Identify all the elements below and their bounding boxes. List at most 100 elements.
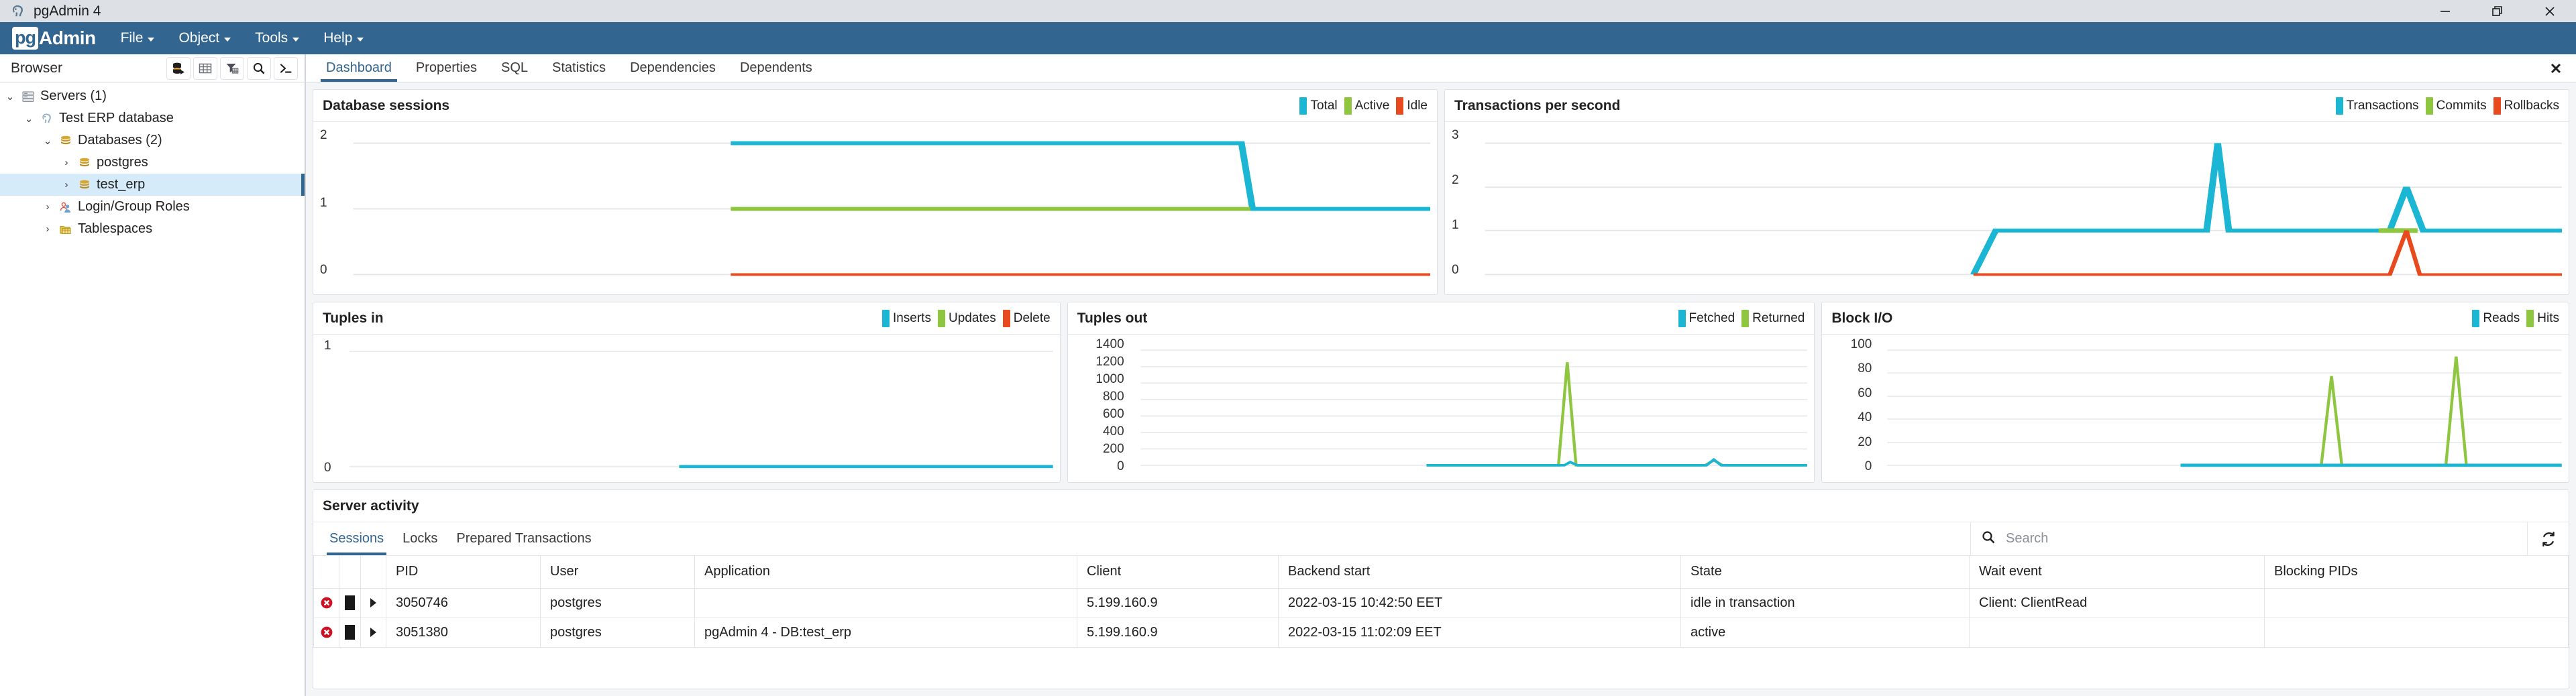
tab-sessions[interactable]: Sessions: [320, 522, 393, 555]
tree-item-postgres[interactable]: › postgres: [0, 152, 305, 174]
search-icon[interactable]: [247, 57, 271, 80]
expand-row-button[interactable]: [361, 588, 386, 618]
legend-swatch: [1003, 310, 1010, 327]
legend-label: Updates: [949, 311, 996, 326]
menu-object[interactable]: Object: [176, 27, 233, 49]
col-header-pid[interactable]: PID: [386, 556, 541, 588]
refresh-button[interactable]: [2527, 522, 2569, 555]
filter-icon[interactable]: [220, 57, 244, 80]
legend-item-rollbacks[interactable]: Rollbacks: [2493, 97, 2559, 115]
y-tick-label: 0: [320, 263, 327, 278]
chevron-right-icon[interactable]: ›: [42, 223, 54, 235]
chart-header: Block I/O Reads Hits: [1822, 302, 2569, 335]
add-server-icon[interactable]: [166, 57, 191, 80]
table-row[interactable]: 3050746 postgres 5.199.160.9 2022-03-15 …: [314, 588, 2569, 618]
chart-title: Tuples in: [323, 310, 878, 327]
server-activity-title: Server activity: [323, 498, 419, 514]
search-box: [1970, 522, 2527, 555]
minimize-icon[interactable]: [2419, 0, 2471, 22]
close-icon[interactable]: [2524, 0, 2576, 22]
col-header-cancel[interactable]: [339, 556, 361, 588]
maximize-restore-icon[interactable]: [2471, 0, 2524, 22]
cell-pid: 3051380: [386, 618, 541, 647]
tree-item-test-erp[interactable]: › test_erp: [0, 174, 305, 196]
chevron-right-icon[interactable]: ›: [60, 179, 72, 190]
tab-dependencies[interactable]: Dependencies: [618, 54, 728, 82]
col-header-blocking-pids[interactable]: Blocking PIDs: [2265, 556, 2569, 588]
y-tick-label: 1200: [1079, 355, 1124, 369]
col-header-application[interactable]: Application: [695, 556, 1077, 588]
server-activity-tabsrow: Sessions Locks Prepared Transactions: [313, 522, 2569, 556]
legend-item-returned[interactable]: Returned: [1741, 310, 1805, 327]
y-tick-label: 600: [1079, 407, 1124, 422]
y-tick-label: 800: [1079, 390, 1124, 404]
col-header-backend-start[interactable]: Backend start: [1279, 556, 1681, 588]
panel-close-icon[interactable]: [2549, 54, 2563, 82]
col-header-state[interactable]: State: [1681, 556, 1970, 588]
tab-properties[interactable]: Properties: [404, 54, 489, 82]
chevron-right-icon[interactable]: ›: [60, 157, 72, 168]
col-header-wait-event[interactable]: Wait event: [1970, 556, 2265, 588]
expand-row-button[interactable]: [361, 618, 386, 647]
col-header-terminate[interactable]: [314, 556, 339, 588]
chevron-right-icon[interactable]: ›: [42, 201, 54, 213]
chevron-down-icon: [357, 38, 364, 42]
table-row[interactable]: 3051380 postgres pgAdmin 4 - DB:test_erp…: [314, 618, 2569, 647]
app-elephant-icon: [9, 3, 27, 20]
menu-help[interactable]: Help: [321, 27, 366, 49]
legend-item-delete[interactable]: Delete: [1003, 310, 1051, 327]
legend-item-updates[interactable]: Updates: [938, 310, 996, 327]
tree-item-databases[interactable]: ⌄ Databases (2): [0, 129, 305, 152]
y-tick-label: 1: [320, 196, 327, 211]
browser-panel: Browser: [0, 54, 306, 696]
col-header-expand[interactable]: [361, 556, 386, 588]
tree-item-tablespaces[interactable]: › Tablespaces: [0, 218, 305, 240]
col-header-user[interactable]: User: [541, 556, 695, 588]
chart-card-tuples-in: Tuples in Inserts Updates: [313, 302, 1061, 483]
tree-item-test-erp-database[interactable]: ⌄ Test ERP database: [0, 107, 305, 129]
tab-sql[interactable]: SQL: [489, 54, 540, 82]
terminate-session-button[interactable]: [314, 618, 339, 647]
chart-legend: Reads Hits: [2468, 310, 2559, 327]
menu-tools[interactable]: Tools: [253, 27, 301, 49]
legend-item-reads[interactable]: Reads: [2472, 310, 2520, 327]
server-activity-panel: Server activity Sessions Locks Prepared …: [313, 489, 2569, 689]
tab-label: Dependents: [740, 60, 812, 76]
tab-label: Locks: [402, 531, 437, 546]
tree-item-login-group-roles[interactable]: › Login/Group Roles: [0, 196, 305, 218]
stop-session-button[interactable]: [339, 618, 361, 647]
chevron-down-icon[interactable]: ⌄: [4, 91, 16, 103]
y-tick-label: 400: [1079, 424, 1124, 439]
tab-dashboard[interactable]: Dashboard: [314, 54, 404, 82]
chevron-down-icon[interactable]: ⌄: [23, 113, 35, 125]
search-input[interactable]: [2006, 531, 2518, 546]
menu-file[interactable]: File: [119, 27, 157, 49]
window-controls: [2419, 0, 2576, 22]
tab-locks[interactable]: Locks: [393, 522, 447, 555]
browser-toolbar: [166, 57, 302, 80]
legend-item-idle[interactable]: Idle: [1396, 97, 1428, 115]
table-grid-icon[interactable]: [193, 57, 217, 80]
legend-item-commits[interactable]: Commits: [2426, 97, 2487, 115]
tab-prepared-transactions[interactable]: Prepared Transactions: [447, 522, 600, 555]
chevron-down-icon[interactable]: ⌄: [42, 135, 54, 147]
server-activity-header: Server activity: [313, 490, 2569, 522]
legend-item-total[interactable]: Total: [1299, 97, 1337, 115]
legend-item-hits[interactable]: Hits: [2526, 310, 2559, 327]
legend-item-fetched[interactable]: Fetched: [1678, 310, 1735, 327]
tree-item-servers[interactable]: ⌄ Servers (1): [0, 85, 305, 107]
legend-item-transactions[interactable]: Transactions: [2336, 97, 2419, 115]
tab-statistics[interactable]: Statistics: [540, 54, 618, 82]
y-tick-label: 0: [1079, 459, 1124, 474]
cell-pid: 3050746: [386, 588, 541, 618]
tab-label: Dependencies: [630, 60, 716, 76]
legend-item-inserts[interactable]: Inserts: [882, 310, 931, 327]
terminal-icon[interactable]: [274, 57, 298, 80]
y-tick-label: 1: [324, 339, 331, 353]
legend-item-active[interactable]: Active: [1344, 97, 1390, 115]
tab-dependents[interactable]: Dependents: [728, 54, 824, 82]
col-header-client[interactable]: Client: [1077, 556, 1279, 588]
terminate-session-button[interactable]: [314, 588, 339, 618]
chart-header: Tuples in Inserts Updates: [313, 302, 1060, 335]
stop-session-button[interactable]: [339, 588, 361, 618]
